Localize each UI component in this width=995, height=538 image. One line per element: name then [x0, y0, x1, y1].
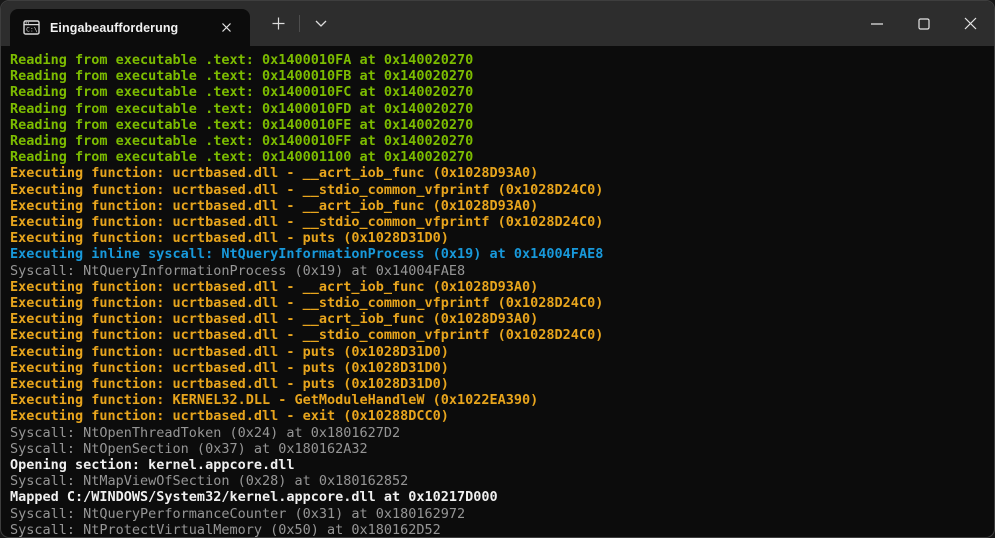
terminal-line: Executing function: ucrtbased.dll - __st… [10, 214, 986, 230]
terminal-line: Reading from executable .text: 0x1400010… [10, 52, 986, 68]
terminal-line: Mapped C:/WINDOWS/System32/kernel.appcor… [10, 489, 986, 505]
title-bar: C:\ Eingabeaufforderung [1, 1, 994, 46]
terminal-line: Executing function: ucrtbased.dll - __ac… [10, 165, 986, 181]
tab-title: Eingabeaufforderung [50, 21, 214, 35]
terminal-line: Reading from executable .text: 0x1400010… [10, 117, 986, 133]
terminal-line: Executing function: ucrtbased.dll - __ac… [10, 198, 986, 214]
cmd-icon: C:\ [23, 20, 40, 35]
terminal-line: Syscall: NtQueryInformationProcess (0x19… [10, 263, 986, 279]
terminal-line: Executing function: ucrtbased.dll - __ac… [10, 279, 986, 295]
terminal-line: Executing function: ucrtbased.dll - puts… [10, 376, 986, 392]
terminal-window: C:\ Eingabeaufforderung [0, 0, 995, 538]
terminal-line: Executing function: ucrtbased.dll - __st… [10, 327, 986, 343]
terminal-line: Executing inline syscall: NtQueryInforma… [10, 246, 986, 262]
plus-icon [272, 17, 285, 30]
terminal-line: Executing function: ucrtbased.dll - __ac… [10, 311, 986, 327]
terminal-line: Executing function: ucrtbased.dll - puts… [10, 344, 986, 360]
terminal-line: Executing function: ucrtbased.dll - exit… [10, 408, 986, 424]
terminal-line: Reading from executable .text: 0x1400011… [10, 149, 986, 165]
terminal-line: Reading from executable .text: 0x1400010… [10, 68, 986, 84]
terminal-line: Executing function: ucrtbased.dll - __st… [10, 182, 986, 198]
minimize-button[interactable] [853, 1, 900, 46]
terminal-line: Reading from executable .text: 0x1400010… [10, 133, 986, 149]
terminal-line: Executing function: ucrtbased.dll - puts… [10, 360, 986, 376]
chevron-down-icon [315, 20, 327, 27]
tab-eingabeaufforderung[interactable]: C:\ Eingabeaufforderung [10, 9, 250, 46]
tab-dropdown-button[interactable] [306, 10, 336, 38]
tab-close-icon[interactable] [214, 16, 238, 40]
tab-bar-separator [299, 15, 300, 32]
maximize-button[interactable] [900, 1, 947, 46]
terminal-line: Syscall: NtProtectVirtualMemory (0x50) a… [10, 522, 986, 537]
terminal-line: Syscall: NtMapViewOfSection (0x28) at 0x… [10, 473, 986, 489]
terminal-line: Executing function: KERNEL32.DLL - GetMo… [10, 392, 986, 408]
terminal-output[interactable]: Reading from executable .text: 0x1400010… [1, 46, 994, 537]
svg-text:C:\: C:\ [26, 26, 38, 34]
maximize-icon [918, 18, 930, 30]
terminal-line: Syscall: NtOpenSection (0x37) at 0x18016… [10, 441, 986, 457]
terminal-line: Syscall: NtOpenThreadToken (0x24) at 0x1… [10, 425, 986, 441]
terminal-line: Reading from executable .text: 0x1400010… [10, 84, 986, 100]
terminal-line: Reading from executable .text: 0x1400010… [10, 101, 986, 117]
close-button[interactable] [947, 1, 994, 46]
terminal-line: Executing function: ucrtbased.dll - __st… [10, 295, 986, 311]
terminal-line: Opening section: kernel.appcore.dll [10, 457, 986, 473]
minimize-icon [871, 23, 883, 25]
new-tab-button[interactable] [263, 10, 293, 38]
close-icon [964, 17, 977, 30]
terminal-line: Syscall: NtQueryPerformanceCounter (0x31… [10, 506, 986, 522]
terminal-line: Executing function: ucrtbased.dll - puts… [10, 230, 986, 246]
